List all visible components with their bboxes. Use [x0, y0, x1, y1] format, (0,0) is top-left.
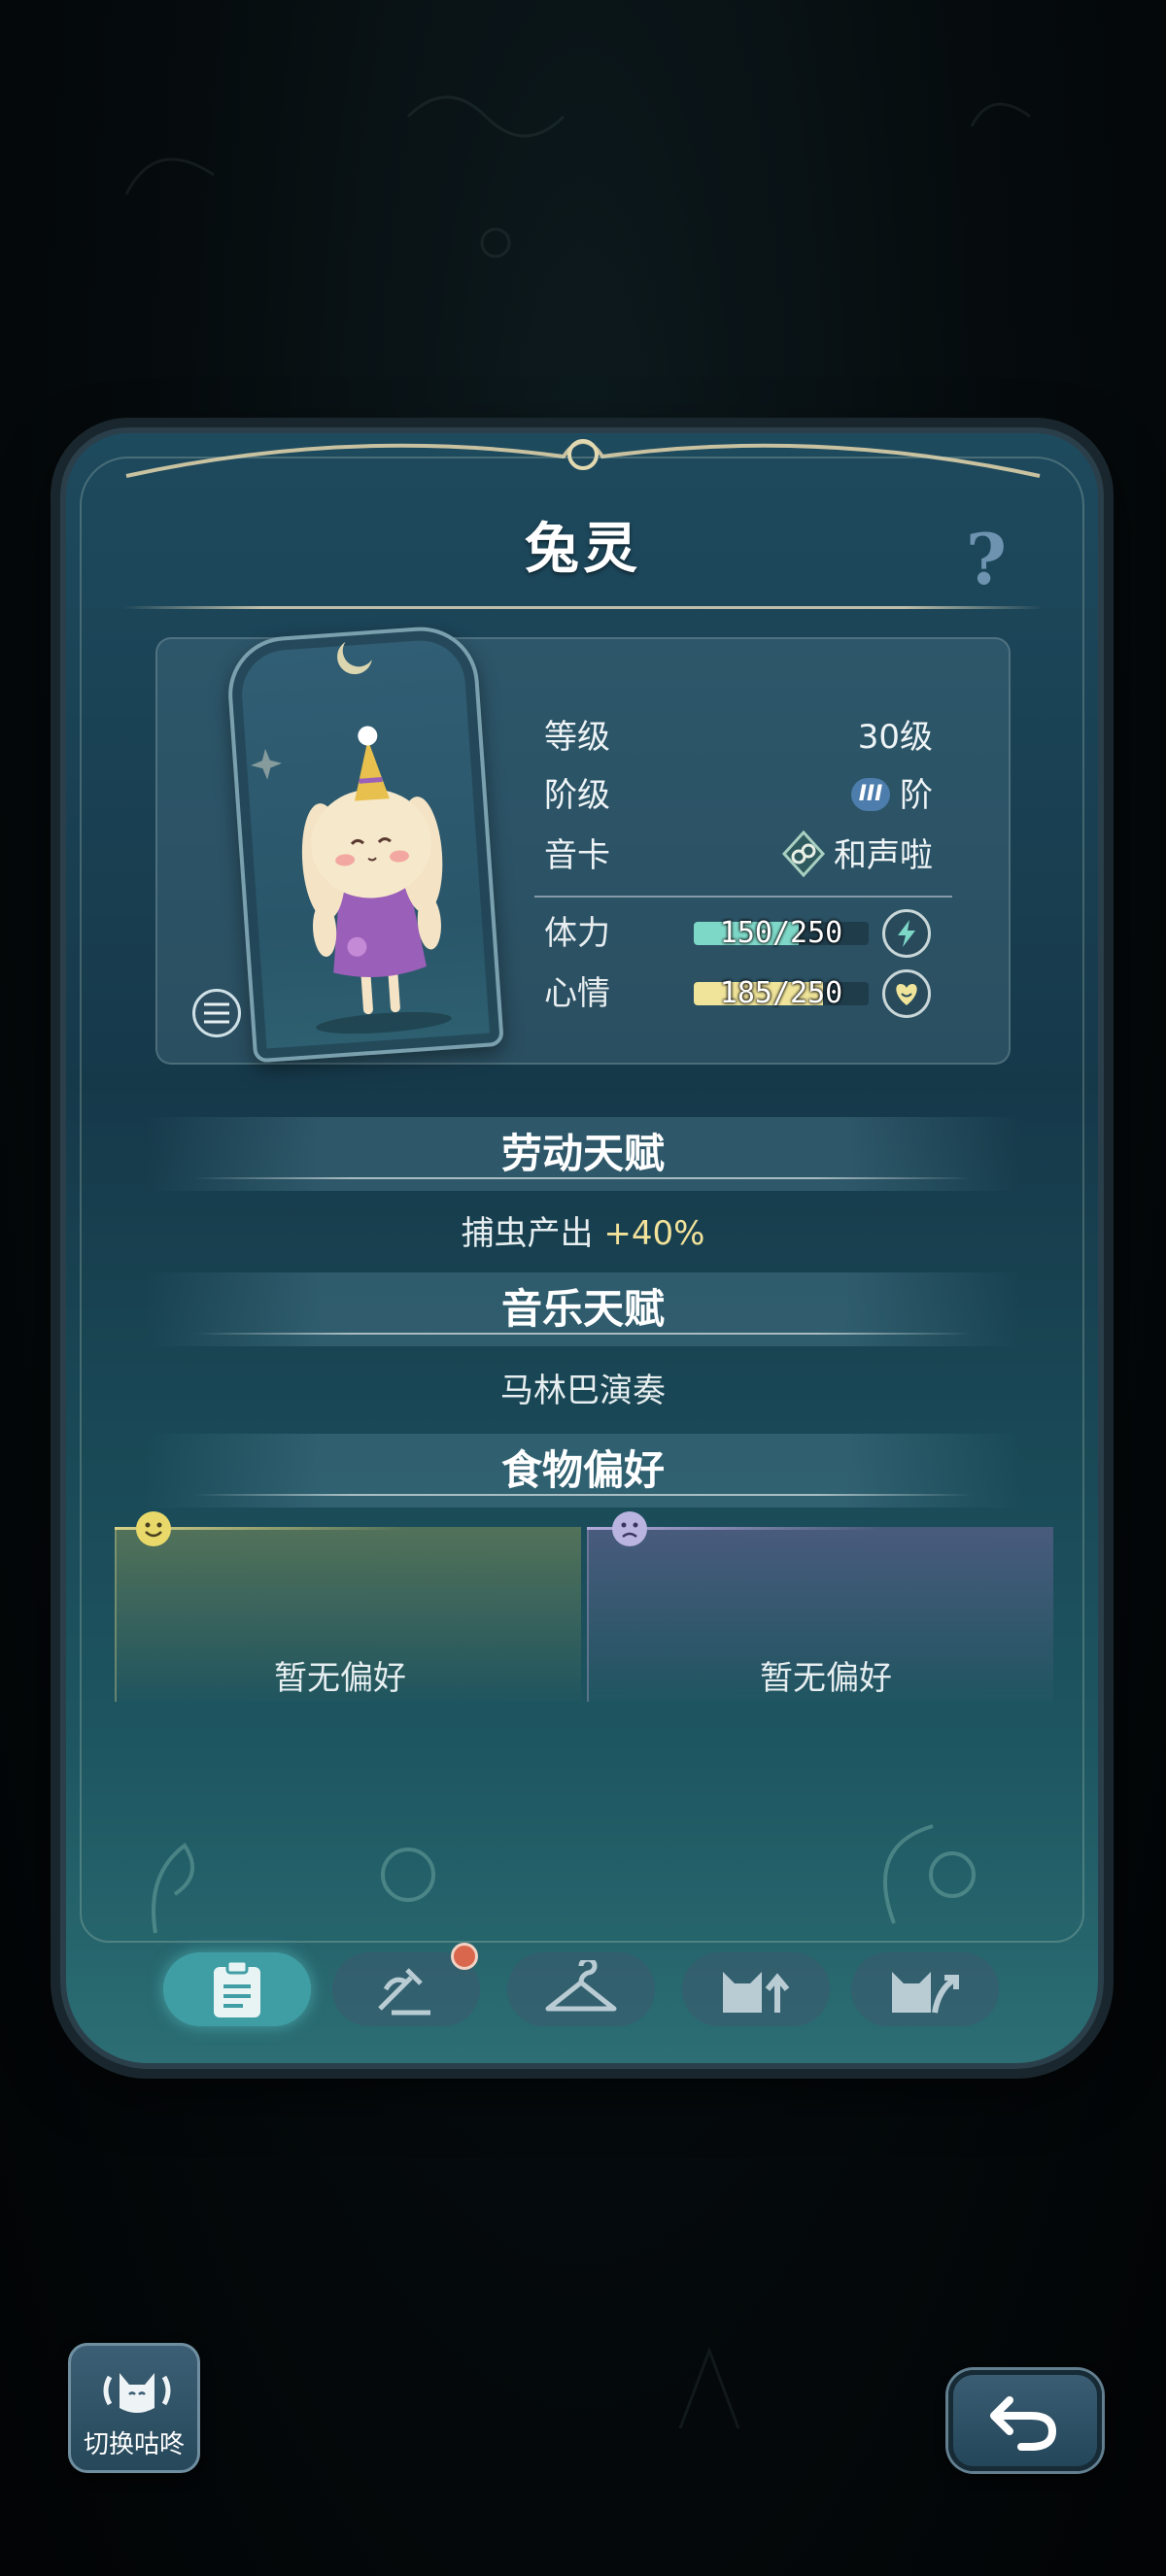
mood-text: 185/250 [719, 976, 843, 1010]
stat-stage-row: 阶级 III 阶 [544, 771, 933, 820]
labor-text-prefix: 捕虫产出 [461, 1214, 604, 1253]
food-preference-title: 食物偏好 [500, 1446, 665, 1494]
labor-title-line [194, 1177, 972, 1179]
help-question-icon[interactable]: ? [962, 521, 1011, 598]
stage-value: 阶 [900, 776, 933, 815]
bottom-tab-bar [146, 1943, 1020, 2036]
lightning-icon[interactable] [882, 909, 931, 958]
panel-bottom-ornament [152, 1824, 976, 1934]
music-talent-text: 马林巴演奏 [500, 1372, 666, 1410]
food-dislike-text: 暂无偏好 [760, 1659, 892, 1698]
level-label: 等级 [544, 718, 610, 757]
card-value-wrap[interactable]: 和声啦 [779, 830, 933, 882]
tab-info[interactable] [163, 1952, 311, 2026]
rabbit-switch-icon [103, 2373, 171, 2413]
switch-gudong-label: 切换咕咚 [83, 2430, 185, 2459]
card-divider [534, 896, 952, 898]
clipboard-icon [214, 1959, 260, 2017]
stage-value-wrap: III 阶 [851, 771, 933, 820]
title-divider [122, 606, 1044, 609]
hanger-icon [545, 1960, 617, 2012]
stamina-label: 体力 [544, 914, 610, 953]
tools-icon [378, 1968, 430, 2016]
mood-row: 心情 185/250 [544, 969, 943, 1018]
music-card-icon [781, 830, 826, 877]
food-like-text: 暂无偏好 [274, 1659, 406, 1698]
stamina-text: 150/250 [719, 916, 843, 950]
tab-evolve[interactable] [851, 1952, 999, 2026]
music-title-line [194, 1333, 972, 1335]
labor-talent-title: 劳动天赋 [500, 1130, 665, 1177]
menu-hamburger-icon[interactable] [192, 989, 241, 1037]
card-value: 和声啦 [834, 836, 933, 875]
tools-notification-dot [451, 1943, 478, 1970]
character-portrait [224, 623, 504, 1064]
sad-face-icon [612, 1511, 647, 1546]
rabbit-character-illustration [251, 641, 452, 1034]
stat-level-row: 等级 30级 [544, 713, 933, 762]
back-arrow-icon [990, 2396, 1057, 2451]
food-title-line [194, 1494, 972, 1496]
cat-evolve-icon [892, 1972, 959, 2014]
cat-upgrade-icon [723, 1972, 790, 2013]
labor-text-value: +40% [603, 1214, 705, 1253]
card-label: 音卡 [544, 836, 610, 875]
panel-arch-ornament [125, 439, 1041, 478]
stage-badge-icon: III [851, 777, 890, 811]
stage-label: 阶级 [544, 776, 610, 815]
stat-card-row: 音卡 和声啦 [544, 830, 933, 882]
labor-talent-text: 捕虫产出 +40% [0, 1206, 1166, 1254]
switch-gudong-button[interactable]: 切换咕咚 [68, 2343, 200, 2473]
back-button[interactable] [948, 2370, 1102, 2471]
tab-level-up[interactable] [682, 1952, 830, 2026]
smile-face-icon [136, 1511, 171, 1546]
mood-label: 心情 [544, 974, 610, 1013]
heart-smile-icon[interactable] [882, 969, 931, 1018]
level-value: 30级 [857, 718, 933, 757]
tab-wardrobe[interactable] [507, 1952, 655, 2026]
music-talent-title: 音乐天赋 [500, 1285, 665, 1333]
stamina-row: 体力 150/250 [544, 909, 943, 958]
